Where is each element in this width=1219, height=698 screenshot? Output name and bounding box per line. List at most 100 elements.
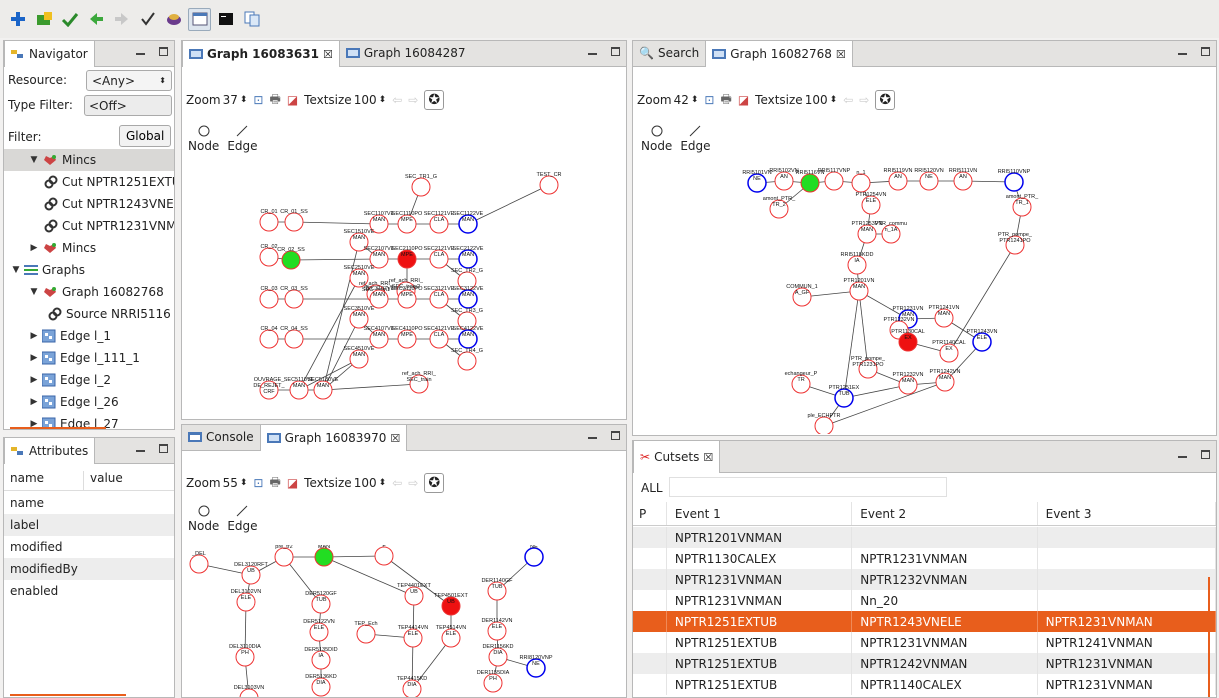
tree-item[interactable]: ▶ Edge l_111_1 <box>4 347 174 369</box>
graph-node[interactable]: pre_tr2 <box>274 545 294 567</box>
zoom-spinner[interactable]: Zoom 37 ⬍ <box>186 93 247 107</box>
back-arrow-icon[interactable]: ⇦ <box>392 476 402 490</box>
palette-edge[interactable]: Edge <box>680 125 711 153</box>
graph-node[interactable]: RRI5118KDDIA <box>841 252 874 275</box>
export-icon[interactable]: ◪ <box>287 476 298 490</box>
graph-node[interactable]: DEL3102VNELE <box>231 589 262 612</box>
graph-node[interactable]: PTR1201VNMAN <box>844 278 875 301</box>
maximize-icon[interactable] <box>611 47 620 56</box>
graph-node[interactable]: CR_02 <box>259 244 279 267</box>
print-icon[interactable]: 🖶 <box>720 90 731 111</box>
tab-search[interactable]: 🔍 Search <box>633 41 705 66</box>
palette-edge[interactable]: Edge <box>227 505 258 533</box>
graph-node[interactable]: echangeur_PTR <box>785 371 818 394</box>
textsize-spinner[interactable]: Textsize 100 ⬍ <box>755 93 837 107</box>
graph-node[interactable]: SEC_TR4_G <box>451 348 483 371</box>
palette-node[interactable]: Node <box>188 505 219 533</box>
graph-node[interactable]: RRI5119VNAN <box>884 168 913 191</box>
type-filter-button[interactable]: <Off> <box>84 95 172 116</box>
graph-canvas-left[interactable]: SEC_TR1_G TEST_CR CR_01 CR_01_SS SEC1107VE MA… <box>183 163 625 418</box>
add-icon[interactable] <box>6 8 29 31</box>
attributes-col-name[interactable]: name <box>4 471 84 490</box>
collapse-arrow-icon[interactable]: ▼ <box>28 155 40 165</box>
close-icon[interactable]: ☒ <box>836 48 846 61</box>
graph-node[interactable]: SEC4122VEMAN <box>453 326 484 349</box>
graph-node[interactable]: PTR_commun_1A <box>875 221 907 244</box>
palette-edge[interactable]: Edge <box>227 125 258 153</box>
minimize-icon[interactable] <box>136 53 145 55</box>
tree-item[interactable]: ▶ Edge l_1 <box>4 325 174 347</box>
graph-node[interactable]: RRI5102VNAN <box>769 168 799 191</box>
tab-graph-16082768[interactable]: Graph 16082768 ☒ <box>705 41 853 67</box>
graph-node[interactable]: RRI5110VNP <box>998 169 1031 192</box>
minimize-icon[interactable] <box>136 450 145 452</box>
graph-node[interactable]: SEC3122VEMAN <box>453 286 484 309</box>
maximize-icon[interactable] <box>1201 47 1210 56</box>
back-arrow-icon[interactable]: ⇦ <box>392 93 402 107</box>
textsize-spinner[interactable]: Textsize 100 ⬍ <box>304 476 386 490</box>
graph-node[interactable]: CR_02_SS <box>277 247 305 270</box>
graph-node[interactable]: SEC3121VECLA <box>424 286 455 309</box>
export-icon[interactable]: ◪ <box>738 93 749 107</box>
graph-node[interactable]: MAN <box>314 545 334 567</box>
graph-node[interactable]: DER5120GFTUB <box>305 591 337 614</box>
print-icon[interactable]: 🖶 <box>269 90 280 111</box>
column-header[interactable]: Event 1 <box>667 502 853 525</box>
fit-icon[interactable]: ⊡ <box>253 93 263 107</box>
graph-node[interactable]: DER1155DIAPH <box>477 670 510 693</box>
cutsets-filter-input[interactable] <box>669 477 947 497</box>
graph-node[interactable]: amont_PTR_TR_1 <box>1006 194 1039 217</box>
tab-console[interactable]: Console <box>182 425 260 450</box>
graph-node[interactable]: TEP4501EXTUB <box>434 593 468 616</box>
cutset-row[interactable]: NPTR1231VNMAN Nn_20 <box>633 590 1216 611</box>
view-toggle-icon[interactable] <box>188 7 211 31</box>
tree-item[interactable]: ▶ Edge l_26 <box>4 391 174 413</box>
tree-item[interactable]: Source NRRI5116 <box>4 303 174 325</box>
tree-item[interactable]: Cut NPTR1231VNMAN <box>4 215 174 237</box>
tab-navigator[interactable]: Navigator <box>4 41 95 67</box>
graph-drawing[interactable]: SEC_TR1_G TEST_CRCR_01 CR_01_SS SEC1107VEMA… <box>183 163 625 418</box>
maximize-icon[interactable] <box>159 444 168 453</box>
graph-node[interactable]: SEC1122VEMAN <box>453 211 484 234</box>
graph-edge[interactable] <box>322 383 420 391</box>
graph-node[interactable]: NE <box>524 545 544 567</box>
graph-node[interactable]: DEL3120RFTUB <box>234 562 268 585</box>
tree-item[interactable]: Cut NPTR1243VNELE <box>4 193 174 215</box>
check-green-icon[interactable] <box>58 8 81 31</box>
graph-node[interactable]: CR_01 <box>259 209 279 232</box>
graph-node[interactable]: ple_ECHPTR <box>807 413 841 434</box>
export-icon[interactable]: ◪ <box>287 93 298 107</box>
graph-node[interactable]: PTR1130CALEX <box>891 329 925 352</box>
graph-node[interactable]: SEC2110POMPE <box>391 246 423 269</box>
tree-item[interactable]: ▶ Edge l_2 <box>4 369 174 391</box>
resource-select[interactable]: <Any> ⬍ <box>86 70 172 91</box>
zoom-spinner[interactable]: Zoom 42 ⬍ <box>637 93 698 107</box>
graph-node[interactable]: OUVRAGE_DE_REJET_CRF <box>253 377 286 400</box>
palette-node[interactable]: Node <box>641 125 672 153</box>
cutset-row[interactable]: NPTR1130CALEX NPTR1231VNMAN <box>633 548 1216 569</box>
graph-node[interactable]: amont_PTR_TR_2 <box>763 196 796 219</box>
cutset-row[interactable]: NPTR1201VNMAN <box>633 527 1216 548</box>
graph-node[interactable]: TEP4415KDDIA <box>397 676 428 697</box>
forward-arrow-icon[interactable] <box>110 8 133 31</box>
graph-node[interactable]: SEC3110POMPE <box>391 286 423 309</box>
tab-graph-16083631[interactable]: Graph 16083631 ☒ <box>182 41 340 67</box>
forward-arrow-icon[interactable]: ⇨ <box>859 93 869 107</box>
cutset-row[interactable]: NPTR1251EXTUB NPTR1242VNMAN NPTR1231VNMAN <box>633 653 1216 674</box>
graph-canvas-bottom[interactable]: _DEL pre_tr2 MAN F NE DEL3120RFT UB DEL3102VN EL… <box>183 545 625 697</box>
expand-arrow-icon[interactable]: ▶ <box>28 375 40 385</box>
graph-drawing[interactable]: _DEL pre_tr2 MAN F NE DEL3120RFTUB DEL3102VNEL… <box>183 545 625 697</box>
graph-node[interactable]: PTR1232VNMAN <box>893 372 924 395</box>
expand-arrow-icon[interactable]: ▶ <box>28 243 40 253</box>
tree-item[interactable]: ▼ Graph 16082768 <box>4 281 174 303</box>
tree-item[interactable]: ▼ Graphs <box>4 259 174 281</box>
graph-edge[interactable] <box>467 184 550 225</box>
cutset-row[interactable]: NPTR1251EXTUB NPTR1231VNMAN NPTR1241VNMAN <box>633 632 1216 653</box>
graph-node[interactable]: TEP_Ech <box>354 621 378 644</box>
graph-node[interactable]: F <box>374 545 394 566</box>
fit-icon[interactable]: ⊡ <box>253 476 263 490</box>
graph-node[interactable]: SEC5130VEMAN <box>308 377 339 400</box>
graph-edge[interactable] <box>843 290 860 399</box>
tree-item[interactable]: ▶ Mincs <box>4 237 174 259</box>
graph-node[interactable]: DEL3110DIAPH <box>229 644 261 667</box>
